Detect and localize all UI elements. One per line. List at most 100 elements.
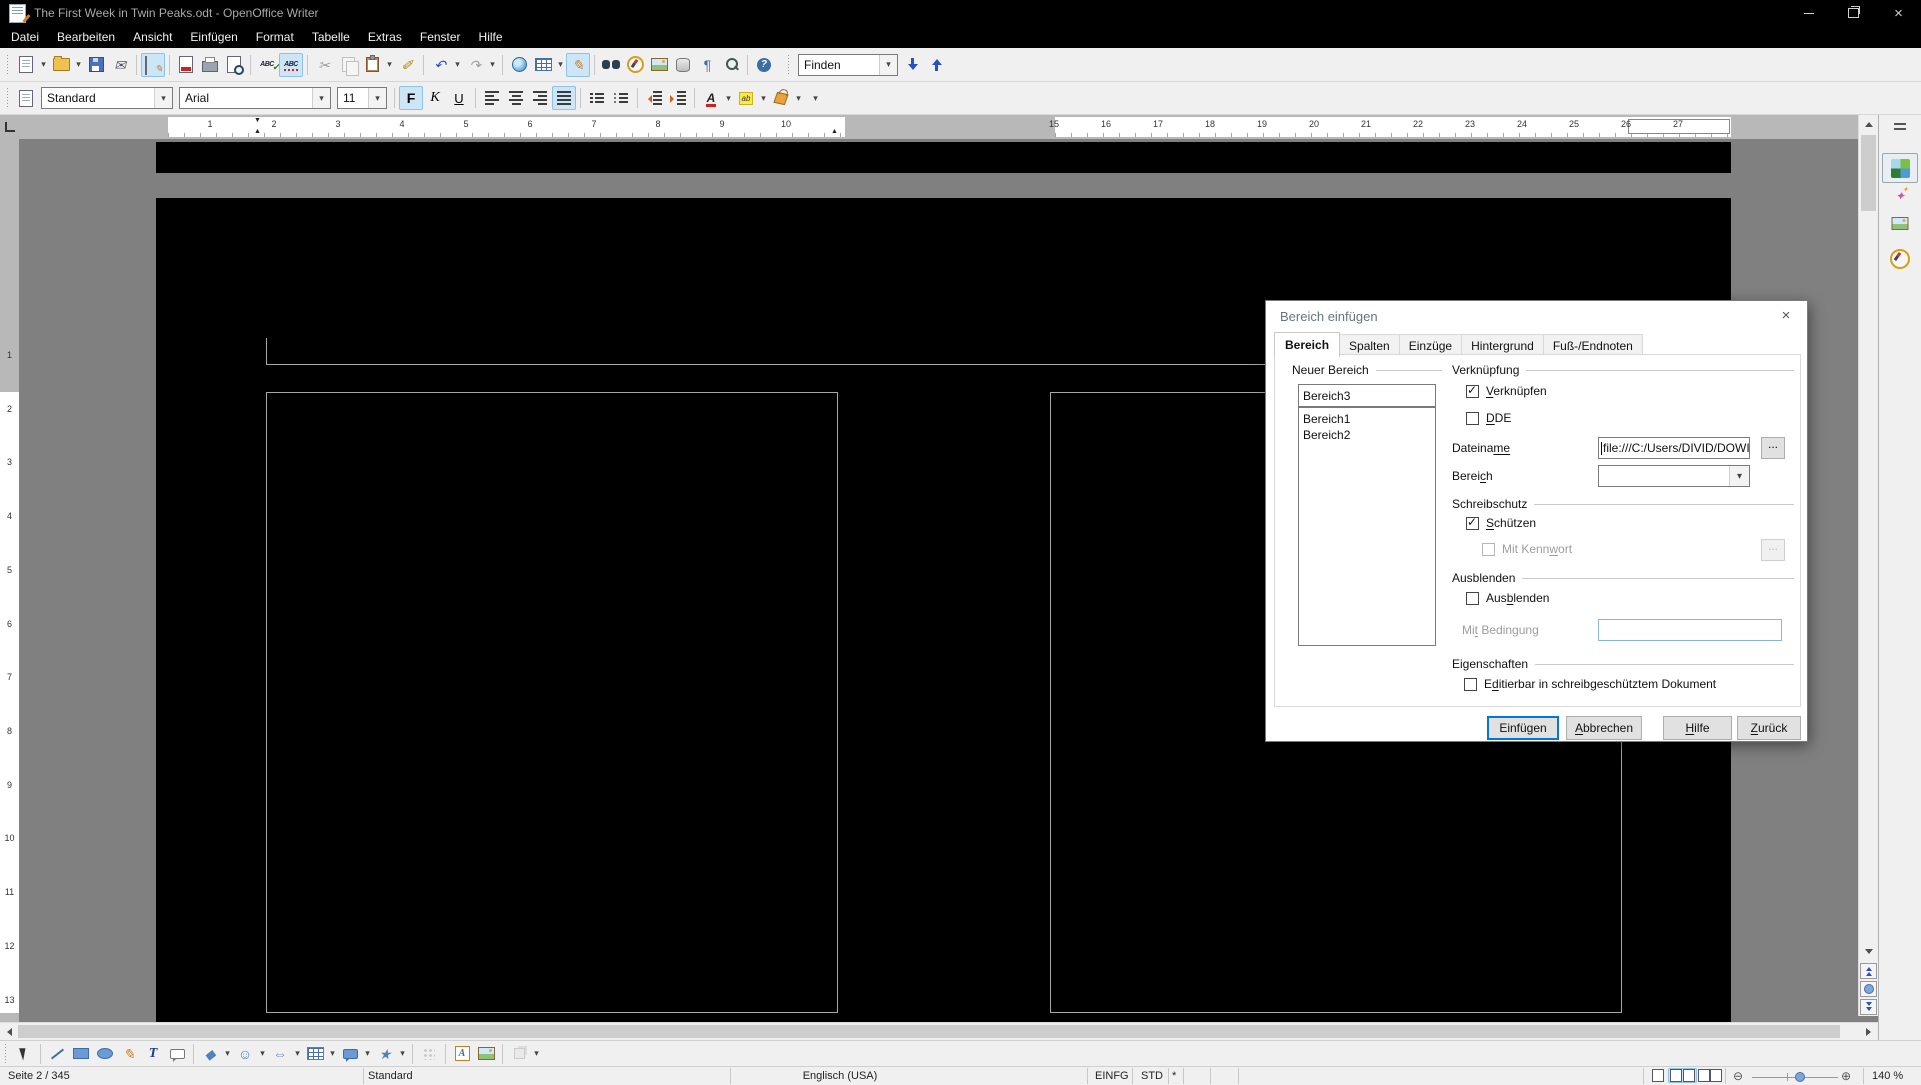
redo-dropdown[interactable] xyxy=(487,53,498,77)
close-button[interactable]: × xyxy=(1876,0,1921,26)
scroll-left-button[interactable] xyxy=(0,1023,18,1040)
help-dialog-button[interactable]: Hilfe xyxy=(1663,716,1732,740)
text-callout-button[interactable] xyxy=(165,1042,189,1066)
flowchart-dropdown[interactable] xyxy=(327,1042,338,1066)
menu-item[interactable]: Datei xyxy=(2,30,48,44)
view-book-button[interactable] xyxy=(1696,1068,1724,1083)
insert-rectangle-button[interactable] xyxy=(69,1042,93,1066)
symbol-shapes-dropdown[interactable] xyxy=(257,1042,268,1066)
find-dropdown-icon[interactable] xyxy=(879,55,897,75)
hide-checkbox[interactable] xyxy=(1466,592,1479,605)
section-listbox[interactable]: Bereich1Bereich2 xyxy=(1298,407,1436,646)
status-language[interactable]: Englisch (USA) xyxy=(740,1070,940,1082)
undo-button[interactable]: ↶ xyxy=(428,53,452,77)
symbol-shapes-button[interactable]: ☺ xyxy=(233,1042,257,1066)
find-input[interactable]: Finden xyxy=(799,58,879,72)
view-single-page-button[interactable] xyxy=(1650,1068,1666,1083)
callouts-dropdown[interactable] xyxy=(362,1042,373,1066)
freeform-line-button[interactable]: ✎ xyxy=(117,1042,141,1066)
chevron-down-icon[interactable] xyxy=(368,88,386,108)
editable-checkbox[interactable] xyxy=(1464,678,1477,691)
navigator-button[interactable] xyxy=(623,53,647,77)
background-color-dropdown[interactable] xyxy=(793,86,804,110)
fontwork-button[interactable] xyxy=(450,1042,474,1066)
new-document-button[interactable] xyxy=(14,53,38,77)
flowchart-button[interactable] xyxy=(303,1042,327,1066)
status-page-number[interactable]: Seite 2 / 345 xyxy=(8,1070,70,1082)
basic-shapes-button[interactable]: ◆ xyxy=(198,1042,222,1066)
insert-line-button[interactable] xyxy=(45,1042,69,1066)
zoom-slider-thumb[interactable] xyxy=(1795,1072,1805,1082)
paragraph-style-combobox[interactable]: Standard xyxy=(41,87,173,109)
chevron-down-icon[interactable] xyxy=(1729,466,1749,486)
minimize-button[interactable] xyxy=(1786,0,1831,26)
protect-checkbox[interactable] xyxy=(1466,517,1479,530)
insert-text-box-button[interactable]: T xyxy=(141,1042,165,1066)
sidebar-menu-button[interactable] xyxy=(1894,123,1906,131)
zoom-in-icon[interactable]: ⊕ xyxy=(1841,1070,1851,1082)
protect-checkbox-label[interactable]: Schützen xyxy=(1486,516,1536,530)
print-preview-button[interactable] xyxy=(222,53,246,77)
section-list-item[interactable]: Bereich2 xyxy=(1299,427,1435,443)
status-insert-mode[interactable]: EINFG xyxy=(1095,1070,1129,1082)
find-combobox[interactable]: Finden xyxy=(798,54,898,76)
gallery-button[interactable] xyxy=(647,53,671,77)
menu-item[interactable]: Ansicht xyxy=(124,30,181,44)
basic-shapes-dropdown[interactable] xyxy=(222,1042,233,1066)
status-zoom-level[interactable]: 140 % xyxy=(1872,1070,1903,1082)
help-button[interactable] xyxy=(752,53,776,77)
cancel-button[interactable]: Abbrechen xyxy=(1566,716,1642,740)
link-checkbox-label[interactable]: Verknüpfen xyxy=(1486,384,1547,398)
background-color-button[interactable] xyxy=(769,86,793,110)
back-button[interactable]: Zurück xyxy=(1737,716,1801,740)
tab-bereich[interactable]: Bereich xyxy=(1274,332,1340,357)
data-sources-button[interactable] xyxy=(671,53,695,77)
block-arrows-dropdown[interactable] xyxy=(292,1042,303,1066)
italic-button[interactable]: K xyxy=(423,86,447,110)
toolbar-grip[interactable] xyxy=(786,55,792,75)
align-left-button[interactable] xyxy=(480,86,504,110)
font-name-combobox[interactable]: Arial xyxy=(179,87,331,109)
left-indent-marker[interactable]: ▲ xyxy=(254,128,261,135)
next-page-button[interactable] xyxy=(1860,999,1877,1015)
dde-checkbox-label[interactable]: DDE xyxy=(1486,411,1511,425)
formatting-marks-button[interactable]: ¶ xyxy=(695,53,719,77)
section-dropdown[interactable] xyxy=(1598,465,1750,487)
find-next-button[interactable] xyxy=(901,53,925,77)
toolbar-grip[interactable] xyxy=(3,1044,9,1064)
horizontal-scrollbar[interactable] xyxy=(0,1022,1878,1040)
bullet-list-button[interactable] xyxy=(609,86,633,110)
email-button[interactable]: ✉ xyxy=(108,53,132,77)
print-button[interactable] xyxy=(198,53,222,77)
stars-button[interactable]: ★ xyxy=(373,1042,397,1066)
page-1-bottom[interactable] xyxy=(156,142,1731,173)
vertical-scroll-thumb[interactable] xyxy=(1861,135,1876,211)
previous-page-button[interactable] xyxy=(1860,963,1877,979)
dde-checkbox[interactable] xyxy=(1466,412,1479,425)
styles-panel-button[interactable] xyxy=(14,86,38,110)
export-pdf-button[interactable] xyxy=(174,53,198,77)
justify-button[interactable] xyxy=(552,86,576,110)
tab-stop-selector[interactable] xyxy=(0,115,19,139)
menu-item[interactable]: Format xyxy=(247,30,303,44)
chevron-down-icon[interactable] xyxy=(154,88,172,108)
first-line-indent-marker[interactable]: ▼ xyxy=(254,117,261,124)
highlighting-dropdown[interactable] xyxy=(758,86,769,110)
section-column-left[interactable] xyxy=(266,392,838,1013)
sidebar-tab-properties[interactable] xyxy=(1882,153,1918,183)
hide-checkbox-label[interactable]: Ausblenden xyxy=(1486,591,1549,605)
vertical-ruler[interactable]: 12345678910111213 xyxy=(0,139,19,1022)
insert-button[interactable]: Einfügen xyxy=(1487,716,1559,740)
scroll-right-button[interactable] xyxy=(1859,1023,1877,1040)
section-list-item[interactable]: Bereich1 xyxy=(1299,411,1435,427)
menu-item[interactable]: Extras xyxy=(359,30,411,44)
bold-button[interactable]: F xyxy=(399,86,423,110)
right-indent-marker[interactable]: ▲ xyxy=(831,128,838,135)
align-right-button[interactable] xyxy=(528,86,552,110)
editable-checkbox-label[interactable]: Editierbar in schreibgeschütztem Dokumen… xyxy=(1484,677,1716,691)
find-replace-button[interactable] xyxy=(599,53,623,77)
horizontal-ruler[interactable]: 12345678910 15161718192021222324252627 ▼… xyxy=(19,115,1858,139)
sidebar-tab-styles[interactable] xyxy=(1895,189,1905,203)
decrease-indent-button[interactable] xyxy=(642,86,666,110)
paste-dropdown[interactable] xyxy=(384,53,395,77)
